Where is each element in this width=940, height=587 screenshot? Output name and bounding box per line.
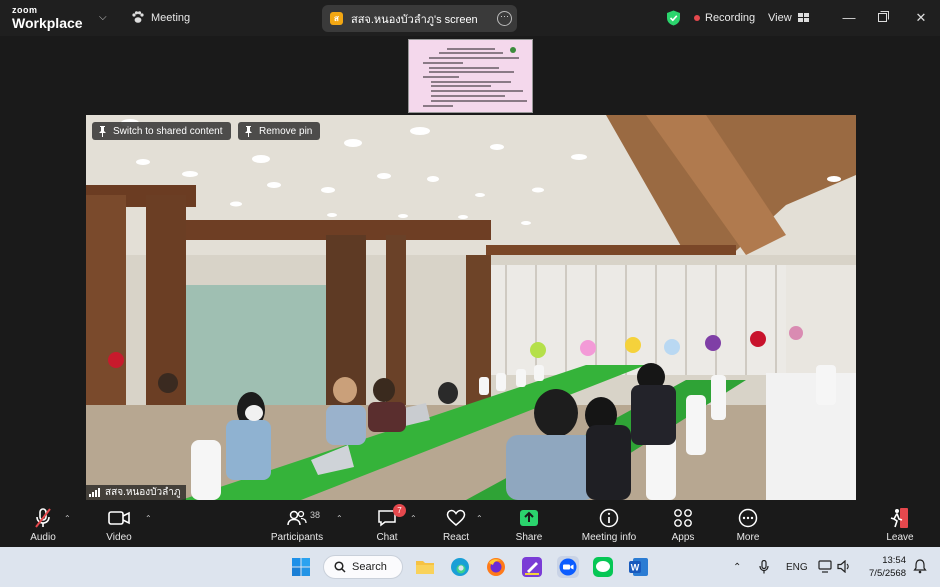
video-camera-icon <box>108 511 130 525</box>
chat-unread-badge: 7 <box>393 504 406 517</box>
zoom-window: zoom Workplace ⌵ Meeting ส สสจ.หนองบัวลำ… <box>0 0 940 587</box>
participants-button[interactable]: 38 Participants <box>268 506 326 543</box>
chat-label: Chat <box>376 532 398 543</box>
line-app-icon[interactable] <box>592 556 614 578</box>
network-icon[interactable] <box>818 560 832 573</box>
share-screen-icon <box>520 510 538 526</box>
more-dots-icon <box>738 508 758 528</box>
zoom-workplace-logo[interactable]: zoom Workplace <box>12 5 83 31</box>
meeting-info-label: Meeting info <box>581 532 637 543</box>
encryption-shield-icon[interactable] <box>666 10 681 26</box>
recording-dot-icon <box>694 15 700 21</box>
shared-screen-label: สสจ.หนองบัวลำภู's screen <box>351 13 478 26</box>
microphone-tray-icon[interactable] <box>759 560 769 574</box>
photo-editor-icon[interactable] <box>521 556 543 578</box>
share-label: Share <box>515 532 543 543</box>
meeting-controls-toolbar: Audio ⌃ Video ⌃ 38 Participants ⌃ 7 Chat… <box>0 500 940 547</box>
firefox-icon[interactable] <box>485 556 507 578</box>
meeting-label: Meeting <box>151 11 191 24</box>
react-label: React <box>442 532 470 543</box>
clock-date: 7/5/2568 <box>869 568 906 579</box>
participants-count: 38 <box>310 510 321 520</box>
participants-icon <box>287 510 307 526</box>
heart-icon <box>446 509 466 526</box>
windows-start-icon[interactable] <box>290 556 312 578</box>
search-icon <box>334 561 346 573</box>
pin-icon <box>245 125 252 137</box>
react-options-chevron-icon[interactable]: ⌃ <box>476 514 483 523</box>
more-label: More <box>736 532 760 543</box>
view-label: View <box>768 12 792 24</box>
svg-text:W: W <box>631 563 640 573</box>
windows-taskbar: Search W ⌃ ENG 13:54 7/5/2568 <box>0 547 940 587</box>
restore-icon[interactable] <box>874 9 892 27</box>
chat-options-chevron-icon[interactable]: ⌃ <box>410 514 417 523</box>
share-button[interactable]: Share <box>514 506 544 543</box>
switch-to-shared-content-button[interactable]: Switch to shared content <box>92 122 231 140</box>
language-indicator[interactable]: ENG <box>786 547 808 587</box>
apps-icon <box>674 509 692 527</box>
react-button[interactable]: React <box>442 506 470 543</box>
chat-button[interactable]: 7 Chat <box>374 504 406 543</box>
shared-screen-pill[interactable]: ส สสจ.หนองบัวลำภู's screen ··· <box>322 5 517 32</box>
video-options-chevron-icon[interactable]: ⌃ <box>145 514 152 523</box>
remove-pin-label: Remove pin <box>259 125 313 137</box>
pin-icon <box>99 125 106 137</box>
meeting-menu[interactable]: Meeting <box>131 11 190 24</box>
search-label: Search <box>352 561 387 573</box>
switch-to-shared-content-label: Switch to shared content <box>113 125 223 137</box>
recording-indicator[interactable]: Recording <box>694 12 755 24</box>
show-hidden-icons-chevron-icon[interactable]: ⌃ <box>733 547 741 587</box>
audio-options-chevron-icon[interactable]: ⌃ <box>64 514 71 523</box>
meeting-room-image <box>86 115 856 500</box>
leave-door-icon <box>890 508 908 528</box>
zoom-app-icon[interactable] <box>557 556 579 578</box>
taskbar-search-box[interactable]: Search <box>323 555 403 579</box>
participant-name-tag: สสจ.หนองบัวลำภู <box>86 485 187 500</box>
participant-name: สสจ.หนองบัวลำภู <box>105 487 181 498</box>
shared-content-thumbnail[interactable] <box>408 39 533 113</box>
logo-small-text: zoom <box>12 5 38 15</box>
sharer-avatar: ส <box>330 12 343 25</box>
leave-button[interactable]: Leave <box>885 506 915 543</box>
clock-time: 13:54 <box>882 555 906 566</box>
apps-button[interactable]: Apps <box>670 506 696 543</box>
participants-label: Participants <box>270 532 324 543</box>
more-options-icon[interactable]: ··· <box>497 11 512 26</box>
chevron-down-icon[interactable]: ⌵ <box>99 12 107 23</box>
more-button[interactable]: More <box>734 506 762 543</box>
minimize-icon[interactable]: — <box>840 9 858 27</box>
title-bar: zoom Workplace ⌵ Meeting ส สสจ.หนองบัวลำ… <box>0 0 940 36</box>
participants-options-chevron-icon[interactable]: ⌃ <box>336 514 343 523</box>
audio-button[interactable]: Audio <box>28 506 58 543</box>
notification-bell-icon[interactable] <box>913 559 927 574</box>
word-app-icon[interactable]: W <box>628 556 650 578</box>
edge-browser-icon[interactable] <box>449 556 471 578</box>
meeting-info-button[interactable]: Meeting info <box>578 506 640 543</box>
video-label: Video <box>106 532 132 543</box>
active-speaker-video[interactable] <box>86 115 856 500</box>
apps-label: Apps <box>671 532 695 543</box>
signal-strength-icon <box>89 488 100 497</box>
info-icon <box>599 508 619 528</box>
close-icon[interactable]: ✕ <box>912 9 930 27</box>
logo-big-text: Workplace <box>12 15 83 31</box>
leave-label: Leave <box>886 532 914 543</box>
microphone-muted-icon <box>35 508 51 528</box>
system-clock[interactable]: 13:54 7/5/2568 <box>858 554 906 580</box>
file-explorer-icon[interactable] <box>414 556 436 578</box>
paw-icon <box>132 11 144 23</box>
audio-label: Audio <box>30 532 56 543</box>
recording-label: Recording <box>705 12 756 24</box>
volume-icon[interactable] <box>837 560 851 573</box>
view-menu[interactable]: View <box>768 12 809 24</box>
remove-pin-button[interactable]: Remove pin <box>238 122 321 140</box>
video-button[interactable]: Video <box>104 506 134 543</box>
grid-view-icon <box>797 13 809 22</box>
